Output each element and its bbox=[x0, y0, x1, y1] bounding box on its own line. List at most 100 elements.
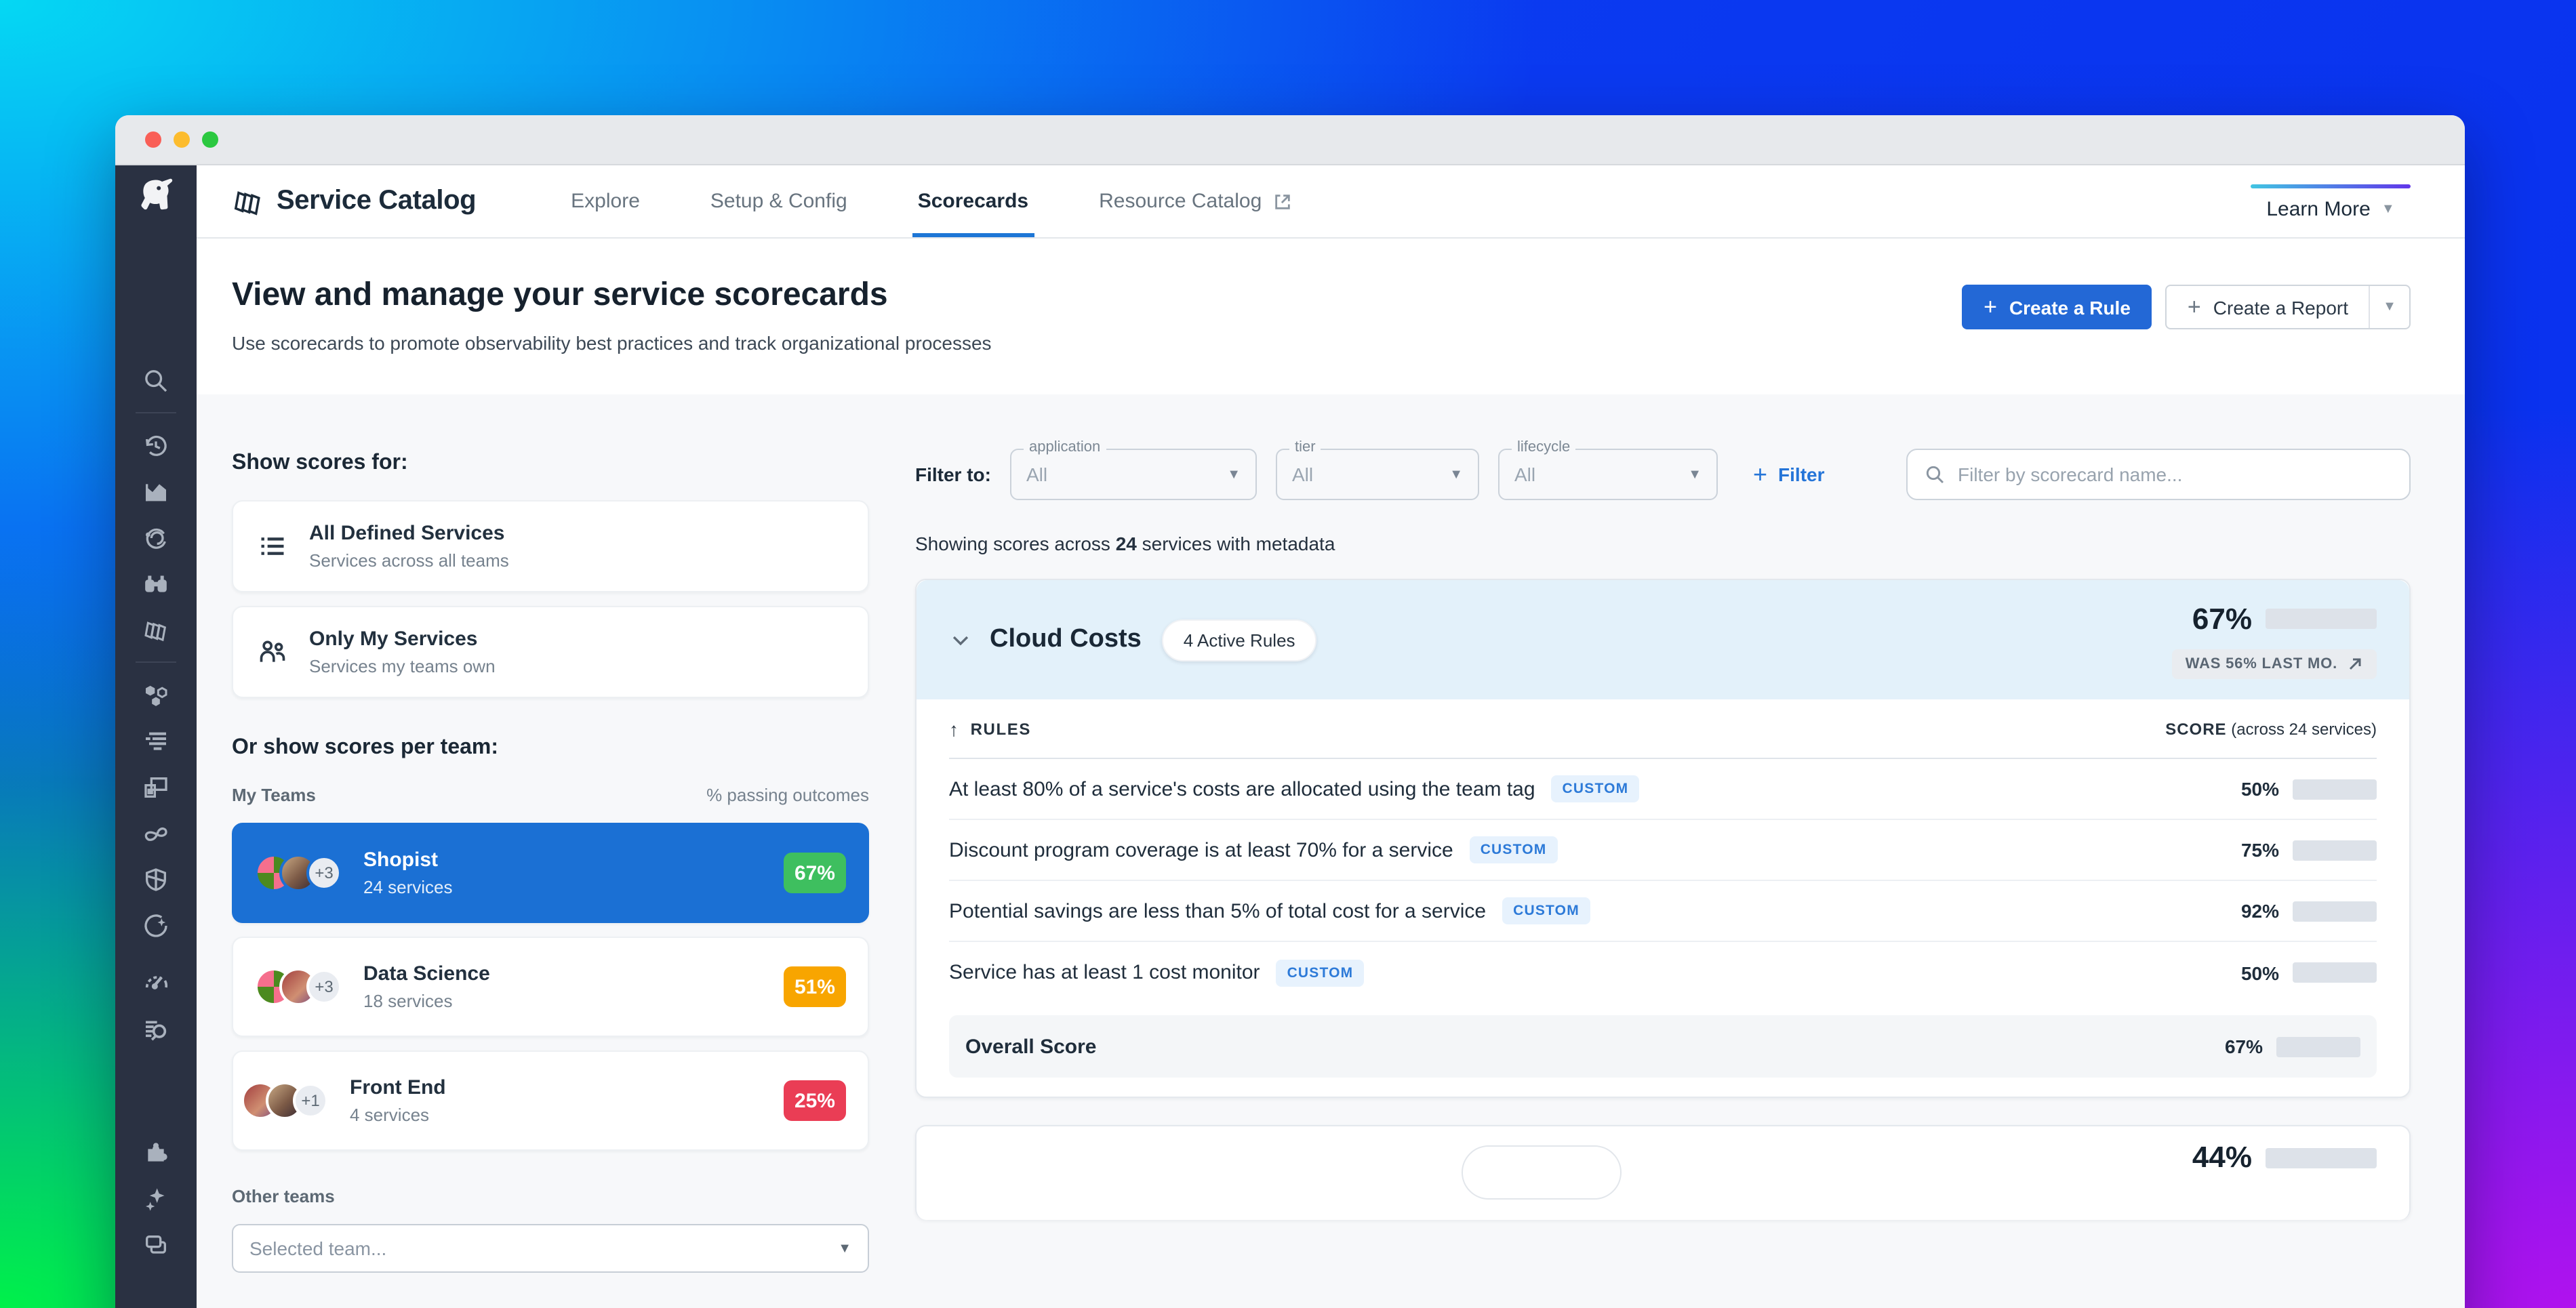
apm-ring-icon[interactable] bbox=[133, 523, 179, 552]
page-title: View and manage your service scorecards bbox=[232, 277, 888, 313]
page-subtitle: Use scorecards to promote observability … bbox=[232, 332, 992, 354]
custom-badge: CUSTOM bbox=[1502, 897, 1590, 924]
scope-only-my-services[interactable]: Only My Services Services my teams own bbox=[232, 606, 869, 698]
sort-arrow-up-icon[interactable]: ↑ bbox=[949, 718, 960, 739]
tab-resource-catalog-label: Resource Catalog bbox=[1099, 190, 1262, 213]
search-icon[interactable] bbox=[133, 366, 179, 394]
integrations-puzzle-icon[interactable] bbox=[133, 1139, 179, 1167]
plus-icon: + bbox=[1984, 293, 1997, 319]
watchdog-binoculars-icon[interactable] bbox=[133, 569, 179, 598]
duplicate-windows-icon[interactable] bbox=[133, 1231, 179, 1259]
scope-subtitle: Services my teams own bbox=[309, 656, 496, 676]
filter-value: All bbox=[1514, 464, 1536, 485]
datadog-logo-icon bbox=[141, 178, 173, 210]
tab-scorecards[interactable]: Scorecards bbox=[883, 165, 1064, 237]
avatar-overflow-count: +1 bbox=[293, 1083, 328, 1118]
app-title: Service Catalog bbox=[277, 186, 477, 216]
rule-row[interactable]: Service has at least 1 cost monitor CUST… bbox=[949, 942, 2377, 1003]
team-name: Shopist bbox=[363, 849, 438, 872]
external-link-icon bbox=[1272, 192, 1291, 211]
learn-more-menu[interactable]: Learn More ▼ bbox=[2251, 165, 2411, 237]
scorecard-score: 67% bbox=[2192, 601, 2252, 635]
team-service-count: 4 services bbox=[350, 1105, 430, 1125]
create-report-button[interactable]: + Create a Report bbox=[2167, 286, 2369, 328]
chevron-down-icon: ▼ bbox=[2383, 300, 2396, 314]
zoom-window-button[interactable] bbox=[202, 131, 218, 148]
log-search-icon[interactable] bbox=[133, 1015, 179, 1044]
ci-circle-star-icon[interactable] bbox=[133, 911, 179, 939]
filter-application-dropdown[interactable]: application All ▼ bbox=[1010, 439, 1257, 500]
team-select-dropdown[interactable]: Selected team... ▼ bbox=[232, 1224, 869, 1273]
people-icon bbox=[258, 637, 287, 667]
infrastructure-hexagons-icon[interactable] bbox=[133, 680, 179, 709]
minimize-window-button[interactable] bbox=[174, 131, 190, 148]
dashboards-windows-icon[interactable] bbox=[133, 773, 179, 801]
history-icon[interactable] bbox=[133, 431, 179, 459]
security-shield-icon[interactable] bbox=[133, 865, 179, 893]
app-header: Service Catalog Explore Setup & Config S… bbox=[197, 165, 2465, 239]
app-frame: Service Catalog Explore Setup & Config S… bbox=[115, 165, 2465, 1308]
team-row-shopist[interactable]: +3 Shopist 24 services 67% bbox=[232, 823, 869, 923]
rule-row[interactable]: Potential savings are less than 5% of to… bbox=[949, 881, 2377, 942]
service-catalog-layers-icon[interactable] bbox=[133, 615, 179, 644]
rule-score-bar bbox=[2293, 901, 2377, 921]
window-titlebar bbox=[115, 115, 2465, 165]
metrics-chart-icon[interactable] bbox=[133, 477, 179, 506]
header-tabs: Explore Setup & Config Scorecards Resour… bbox=[536, 165, 1327, 237]
team-avatars: +1 bbox=[241, 1082, 328, 1120]
scorecard-score-bar bbox=[2266, 609, 2377, 629]
team-score-badge: 25% bbox=[783, 1080, 846, 1121]
tab-explore[interactable]: Explore bbox=[536, 165, 675, 237]
product-sidebar bbox=[115, 165, 197, 1308]
content-area: Show scores for: All Defined Services Se… bbox=[197, 394, 2465, 1308]
custom-badge: CUSTOM bbox=[1276, 959, 1365, 986]
chevron-down-icon: ▼ bbox=[1688, 467, 1702, 482]
team-service-count: 18 services bbox=[363, 991, 453, 1011]
filter-tier-dropdown[interactable]: tier All ▼ bbox=[1276, 439, 1479, 500]
other-teams-label: Other teams bbox=[232, 1186, 335, 1206]
teams-list-header: My Teams % passing outcomes bbox=[232, 785, 869, 805]
scorecard-cloud-costs: Cloud Costs 4 Active Rules 67% WAS 56% L… bbox=[915, 579, 2411, 1098]
create-report-dropdown-button[interactable]: ▼ bbox=[2369, 286, 2409, 328]
filter-lifecycle-dropdown[interactable]: lifecycle All ▼ bbox=[1498, 439, 1718, 500]
tab-resource-catalog[interactable]: Resource Catalog bbox=[1064, 165, 1327, 237]
scorecard-header[interactable]: Cloud Costs 4 Active Rules 67% WAS 56% L… bbox=[917, 580, 2409, 699]
scorecard-next[interactable]: 44% bbox=[915, 1125, 2411, 1220]
avatar-overflow-count: +3 bbox=[306, 969, 342, 1004]
bits-ai-sparkles-icon[interactable] bbox=[133, 1185, 179, 1213]
active-rules-pill: 4 Active Rules bbox=[1161, 619, 1317, 661]
rule-row[interactable]: At least 80% of a service's costs are al… bbox=[949, 759, 2377, 820]
rules-table-header: ↑ RULES SCORE (across 24 services) bbox=[949, 699, 2377, 759]
close-window-button[interactable] bbox=[145, 131, 161, 148]
search-icon bbox=[1924, 464, 1946, 485]
chevron-down-icon[interactable] bbox=[949, 628, 972, 651]
browser-window: Service Catalog Explore Setup & Config S… bbox=[115, 115, 2465, 1308]
arrow-up-right-icon[interactable] bbox=[2347, 655, 2363, 672]
learn-more-label: Learn More bbox=[2266, 198, 2371, 221]
scorecard-search-input[interactable] bbox=[1958, 464, 2393, 485]
overall-score-row: Overall Score 67% bbox=[949, 1015, 2377, 1078]
team-row-front-end[interactable]: +1 Front End 4 services 25% bbox=[232, 1050, 869, 1151]
tab-setup-config[interactable]: Setup & Config bbox=[675, 165, 883, 237]
score-column-header: SCORE (across 24 services) bbox=[2165, 719, 2377, 738]
rule-label: Discount program coverage is at least 70… bbox=[949, 838, 1453, 861]
filter-value: All bbox=[1026, 464, 1048, 485]
brand: Service Catalog bbox=[232, 165, 477, 237]
rule-label: Potential savings are less than 5% of to… bbox=[949, 899, 1487, 922]
active-rules-pill bbox=[1462, 1145, 1622, 1200]
logs-lines-icon[interactable] bbox=[133, 727, 179, 755]
create-rule-button[interactable]: + Create a Rule bbox=[1962, 285, 2152, 329]
rules-table: ↑ RULES SCORE (across 24 services) At le… bbox=[917, 699, 2409, 1097]
add-filter-button[interactable]: + Filter bbox=[1753, 460, 1825, 489]
list-icon bbox=[258, 531, 287, 561]
synthetics-link-icon[interactable] bbox=[133, 819, 179, 847]
plus-icon: + bbox=[2187, 293, 2201, 319]
team-row-data-science[interactable]: +3 Data Science 18 services 51% bbox=[232, 937, 869, 1037]
per-team-heading: Or show scores per team: bbox=[232, 736, 499, 759]
gauge-icon[interactable] bbox=[133, 969, 179, 998]
plus-icon: + bbox=[1753, 460, 1768, 487]
scope-all-defined-services[interactable]: All Defined Services Services across all… bbox=[232, 500, 869, 592]
sidebar-divider bbox=[136, 661, 176, 663]
team-name: Front End bbox=[350, 1076, 446, 1099]
rule-row[interactable]: Discount program coverage is at least 70… bbox=[949, 820, 2377, 881]
